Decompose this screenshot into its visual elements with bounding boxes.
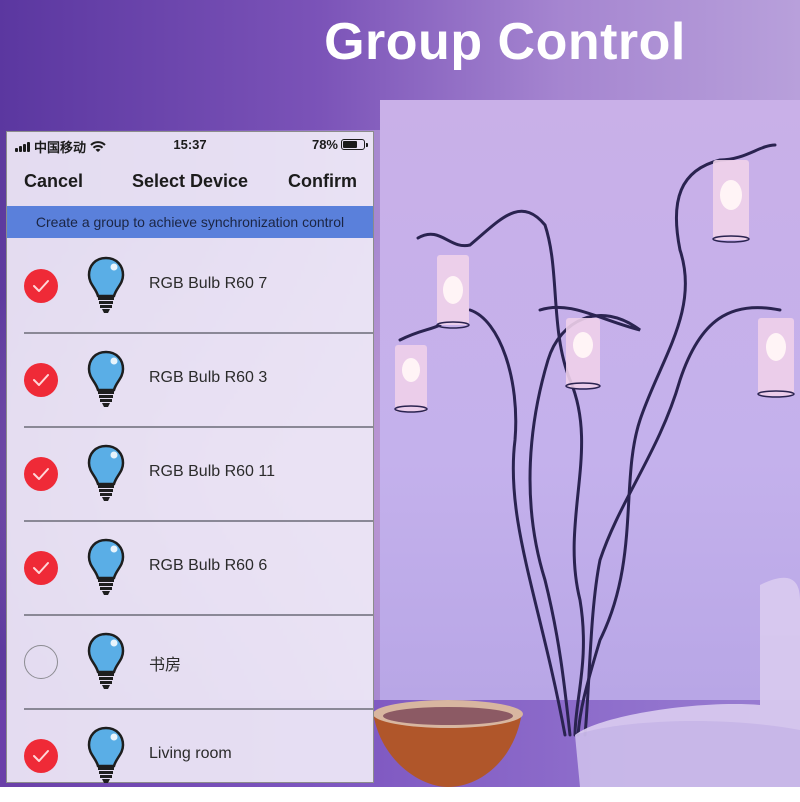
selection-checkbox[interactable] [24,551,58,585]
selection-checkbox[interactable] [24,363,58,397]
device-row[interactable]: RGB Bulb R60 7 [24,240,373,334]
selection-checkbox[interactable] [24,269,58,303]
status-right: 78% [311,137,368,152]
light-bulb-icon [87,632,125,689]
device-name: 书房 [149,657,182,674]
device-name: RGB Bulb R60 7 [149,275,268,292]
device-name: RGB Bulb R60 6 [149,557,268,574]
device-row[interactable]: Living room [24,710,373,802]
checkmark-icon [33,280,49,292]
device-name: RGB Bulb R60 3 [149,369,268,386]
status-bar: 中国移动 15:37 78% [7,132,373,158]
page-title: Group Control [324,13,686,71]
chair [575,577,800,787]
device-name: Living room [149,745,232,762]
device-list: RGB Bulb R60 7 RGB Bulb R60 3 RGB Bulb R… [7,240,373,802]
mosaic-bowl [373,700,523,787]
device-row[interactable]: RGB Bulb R60 6 [24,522,373,616]
light-bulb-icon [87,444,125,501]
selection-checkbox[interactable] [24,739,58,773]
checkmark-icon [33,374,49,386]
light-bulb-icon [87,726,125,783]
device-row[interactable]: 书房 [24,616,373,710]
light-bulb-icon [87,538,125,595]
selection-checkbox[interactable] [24,645,58,679]
device-name: RGB Bulb R60 11 [149,463,275,480]
light-bulb-icon [87,350,125,407]
checkmark-icon [33,562,49,574]
battery-level [343,141,357,148]
phone-screen: 中国移动 15:37 78% Cancel Select Device Conf… [6,131,374,783]
navigation-bar: Cancel Select Device Confirm [7,160,373,202]
selection-checkbox[interactable] [24,457,58,491]
hint-banner: Create a group to achieve synchronizatio… [7,206,373,238]
battery-percent: 78% [311,137,338,152]
device-row[interactable]: RGB Bulb R60 11 [24,428,373,522]
battery-icon [341,139,368,150]
checkmark-icon [33,750,49,762]
checkmark-icon [33,468,49,480]
confirm-button[interactable]: Confirm [288,171,357,192]
light-bulb-icon [87,256,125,313]
lamp-shades [394,160,795,413]
device-row[interactable]: RGB Bulb R60 3 [24,334,373,428]
